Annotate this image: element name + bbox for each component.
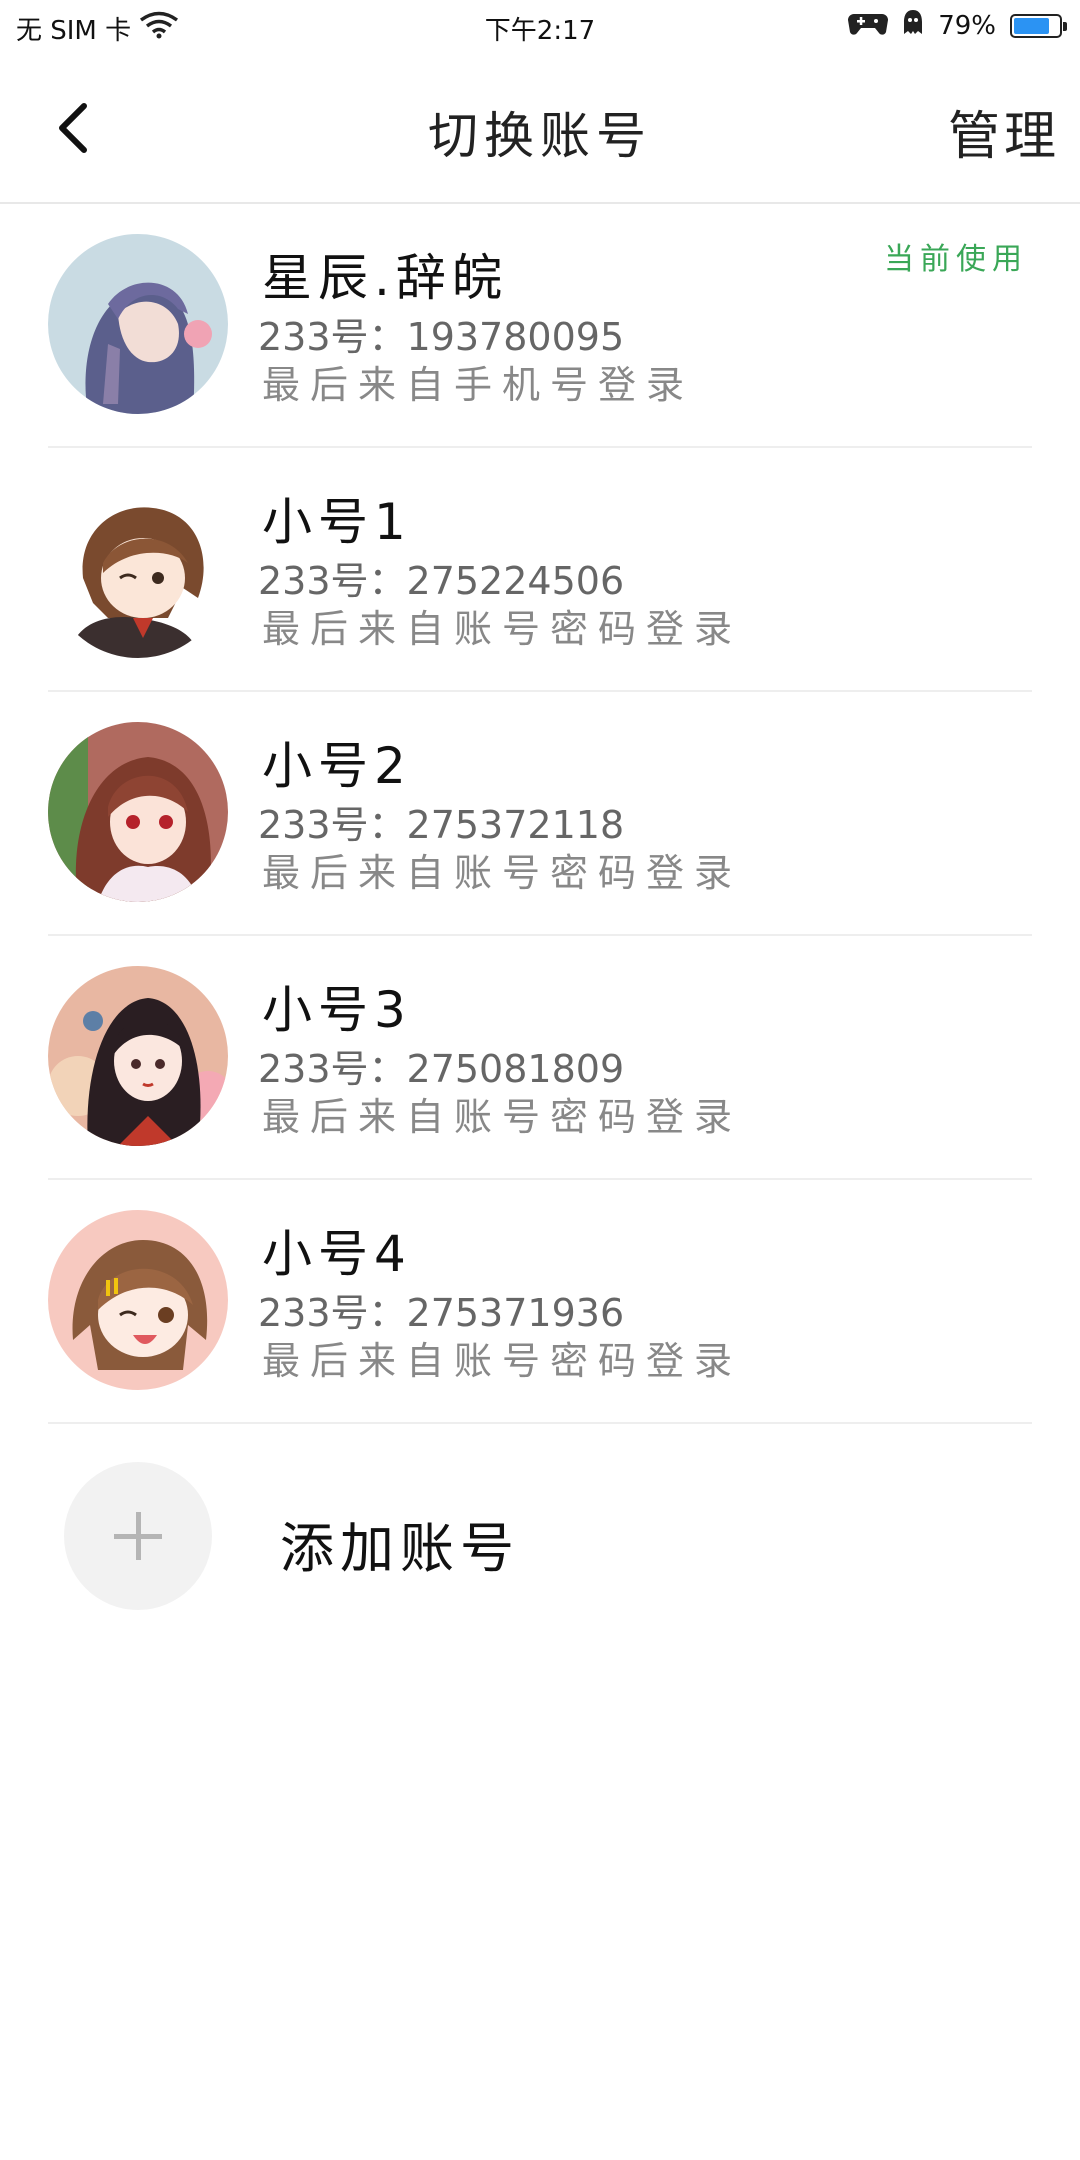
- manage-button[interactable]: 管理: [948, 94, 1060, 169]
- account-name: 小号4: [262, 1225, 412, 1283]
- account-id: 233号：275372118: [258, 803, 625, 847]
- account-item[interactable]: 小号1 233号：275224506 最后来自账号密码登录: [48, 448, 1032, 692]
- status-right: 79%: [848, 8, 1067, 43]
- avatar: [48, 1210, 228, 1390]
- account-login-method: 最后来自账号密码登录: [262, 1339, 743, 1383]
- account-login-method: 最后来自手机号登录: [262, 363, 695, 407]
- ghost-icon: [902, 8, 924, 43]
- account-name: 星辰.辞皖: [262, 249, 508, 307]
- account-name: 小号1: [262, 493, 412, 551]
- header-bar: 切换账号 管理: [0, 52, 1080, 204]
- battery-percent: 79%: [938, 10, 996, 41]
- account-login-method: 最后来自账号密码登录: [262, 607, 743, 651]
- avatar: [48, 966, 228, 1146]
- avatar: [48, 722, 228, 902]
- game-controller-icon: [848, 8, 889, 43]
- avatar: [48, 234, 228, 414]
- avatar: [48, 478, 228, 658]
- plus-icon: [64, 1462, 212, 1610]
- add-account-button[interactable]: 添加账号: [48, 1456, 1032, 1626]
- account-item[interactable]: 星辰.辞皖 233号：193780095 最后来自手机号登录 当前使用: [48, 204, 1032, 448]
- account-login-method: 最后来自账号密码登录: [262, 1095, 743, 1139]
- battery-icon: [1010, 13, 1067, 38]
- status-bar: 无 SIM 卡 下午2:17 79%: [0, 0, 1080, 52]
- page-title: 切换账号: [428, 107, 652, 165]
- account-login-method: 最后来自账号密码登录: [262, 851, 743, 895]
- account-id: 233号：193780095: [258, 315, 625, 359]
- account-id: 233号：275371936: [258, 1291, 625, 1335]
- current-use-badge: 当前使用: [884, 242, 1028, 277]
- account-id: 233号：275081809: [258, 1047, 625, 1091]
- account-name: 小号2: [262, 737, 412, 795]
- add-account-label: 添加账号: [280, 1517, 520, 1580]
- account-item[interactable]: 小号3 233号：275081809 最后来自账号密码登录: [48, 936, 1032, 1180]
- battery-level-fill: [1014, 17, 1049, 34]
- account-name: 小号3: [262, 981, 412, 1039]
- account-item[interactable]: 小号2 233号：275372118 最后来自账号密码登录: [48, 692, 1032, 936]
- account-item[interactable]: 小号4 233号：275371936 最后来自账号密码登录: [48, 1180, 1032, 1424]
- account-list: 星辰.辞皖 233号：193780095 最后来自手机号登录 当前使用 小号1 …: [0, 204, 1080, 1424]
- account-id: 233号：275224506: [258, 559, 625, 603]
